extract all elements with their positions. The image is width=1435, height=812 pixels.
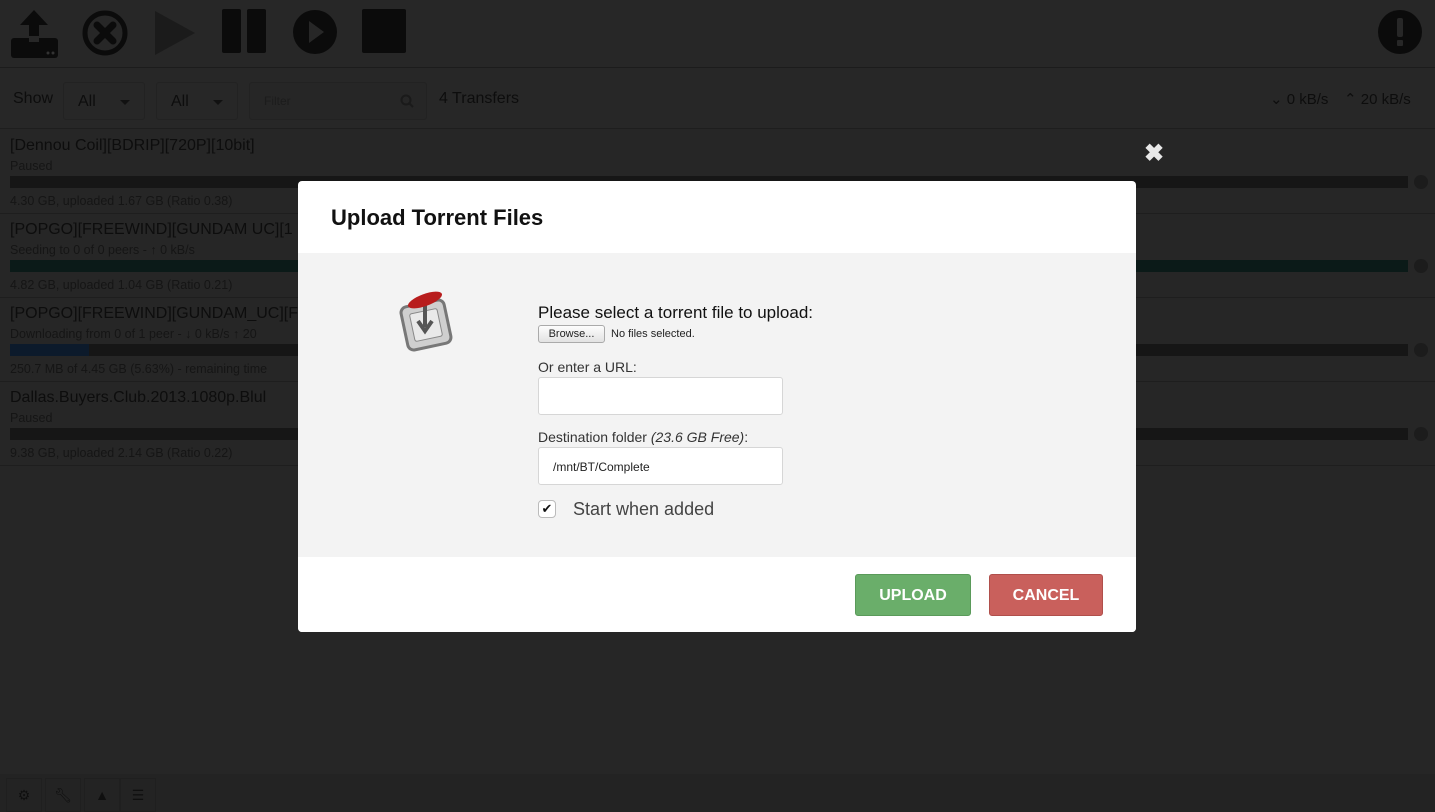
url-label: Or enter a URL: <box>538 359 637 375</box>
destination-colon: : <box>744 429 749 445</box>
stop-all-icon[interactable] <box>358 8 410 58</box>
destination-input[interactable]: /mnt/BT/Complete <box>538 447 783 485</box>
tracker-filter-value: All <box>171 93 189 110</box>
filter-bar: Show All All Filter 4 Transfers ⌄ 0 kB/s… <box>0 68 1435 129</box>
dialog-title: Upload Torrent Files <box>331 205 544 230</box>
cancel-button[interactable]: CANCEL <box>989 574 1103 616</box>
filter-placeholder: Filter <box>264 94 291 108</box>
gear-icon[interactable]: ⚙ <box>6 778 42 812</box>
torrent-detail: 4.82 GB, uploaded 1.04 GB (Ratio 0.21) <box>10 278 233 292</box>
state-filter-value: All <box>78 93 96 110</box>
close-icon[interactable]: ✖ <box>1144 142 1164 166</box>
toolbar <box>0 0 1435 68</box>
no-files-label: No files selected. <box>611 328 695 340</box>
download-speed-value: 0 kB/s <box>1286 91 1329 108</box>
show-label: Show <box>13 90 54 107</box>
start-icon[interactable] <box>150 8 202 58</box>
wrench-icon[interactable]: 🔧︎ <box>45 778 81 812</box>
pause-icon[interactable] <box>219 8 271 58</box>
torrent-status: Downloading from 0 of 1 peer - ↓ 0 kB/s … <box>10 327 257 341</box>
torrent-detail: 4.30 GB, uploaded 1.67 GB (Ratio 0.38) <box>10 194 233 208</box>
torrent-name: [POPGO][FREEWIND][GUNDAM_UC][F <box>10 305 299 322</box>
filter-input[interactable]: Filter <box>249 82 427 120</box>
state-filter-select[interactable]: All <box>63 82 145 120</box>
chevron-up-icon: ⌃ <box>1344 91 1357 108</box>
torrent-name: [Dennou Coil][BDRIP][720P][10bit] <box>10 137 255 154</box>
destination-label: Destination folder (23.6 GB Free): <box>538 429 748 445</box>
select-file-label: Please select a torrent file to upload: <box>538 303 813 322</box>
torrent-name: Dallas.Buyers.Club.2013.1080p.Blul <box>10 389 267 406</box>
browse-button[interactable]: Browse... <box>538 325 605 343</box>
upload-icon[interactable] <box>8 8 60 58</box>
turtle-icon[interactable]: ▲ <box>84 778 120 812</box>
pause-icon[interactable] <box>1414 343 1428 357</box>
torrent-detail: 250.7 MB of 4.45 GB (5.63%) - remaining … <box>10 362 268 376</box>
free-space: (23.6 GB Free) <box>650 429 745 445</box>
upload-button[interactable]: UPLOAD <box>855 574 971 616</box>
pause-icon[interactable] <box>1414 259 1428 273</box>
torrent-detail: 9.38 GB, uploaded 2.14 GB (Ratio 0.22) <box>10 446 233 460</box>
transfer-count: 4 Transfers <box>439 90 520 107</box>
chevron-down-icon: ⌄ <box>1270 91 1283 108</box>
chevron-down-icon <box>120 100 130 105</box>
list-icon[interactable]: ☰ <box>120 778 156 812</box>
torrent-status: Paused <box>10 159 53 173</box>
url-input[interactable] <box>538 377 783 415</box>
remove-icon[interactable] <box>79 8 131 58</box>
upload-speed: ⌃ 20 kB/s <box>1344 90 1411 108</box>
start-when-added-checkbox[interactable]: ✔ <box>538 500 556 518</box>
progress-fill <box>10 344 89 356</box>
download-speed: ⌄ 0 kB/s <box>1270 90 1328 108</box>
upload-dialog: Upload Torrent Files Please select a tor… <box>298 181 1136 632</box>
chevron-down-icon <box>213 100 223 105</box>
dialog-body: Please select a torrent file to upload: … <box>298 253 1136 557</box>
search-icon <box>400 94 414 108</box>
footer-bar: ⚙ 🔧︎ ▲ ☰ <box>0 774 1435 812</box>
upload-speed-value: 20 kB/s <box>1360 91 1411 108</box>
dialog-footer: UPLOAD CANCEL <box>298 557 1136 632</box>
resume-icon[interactable] <box>1414 427 1428 441</box>
start-when-added-label: Start when added <box>573 499 715 519</box>
inspector-icon[interactable] <box>1374 8 1426 58</box>
torrent-status: Paused <box>10 411 53 425</box>
torrent-name: [POPGO][FREEWIND][GUNDAM UC][1 <box>10 221 293 238</box>
transmission-logo-icon <box>399 291 453 352</box>
resume-icon[interactable] <box>1414 175 1428 189</box>
tracker-filter-select[interactable]: All <box>156 82 238 120</box>
destination-label-text: Destination folder <box>538 429 647 445</box>
start-all-icon[interactable] <box>289 8 341 58</box>
torrent-status: Seeding to 0 of 0 peers - ↑ 0 kB/s <box>10 243 195 257</box>
